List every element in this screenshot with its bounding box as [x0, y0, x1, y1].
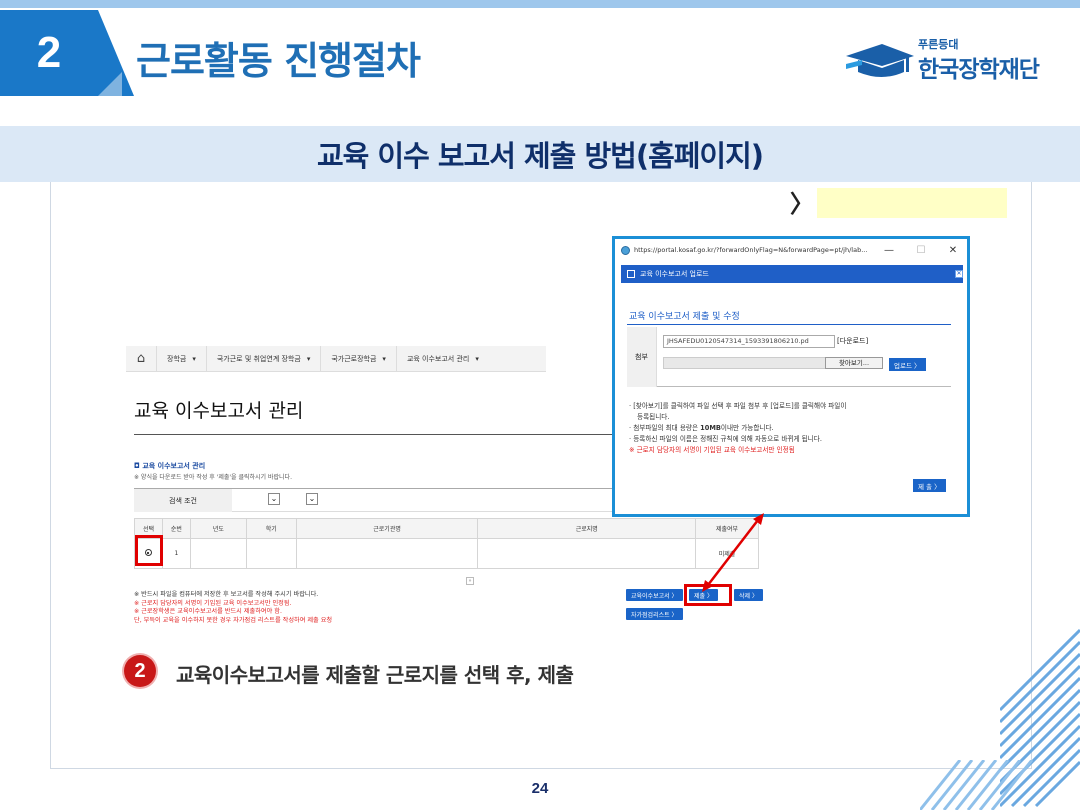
step-description: 교육이수보고서를 제출할 근로지를 선택 후, 제출: [176, 663, 574, 687]
pointer-arrow: [702, 513, 764, 592]
page-number: 24: [531, 780, 549, 797]
step-number-badge: 2: [124, 655, 156, 687]
